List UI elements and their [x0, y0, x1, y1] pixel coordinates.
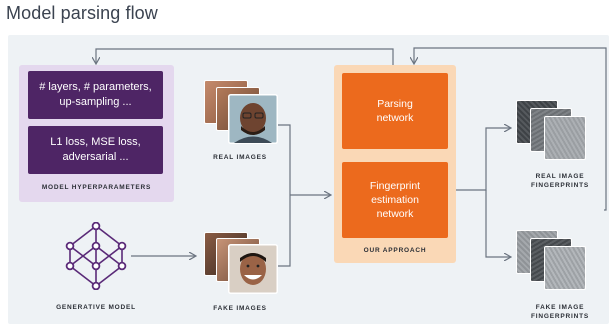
parsing-network-box: Parsing network: [342, 73, 448, 149]
fake-fingerprint-front: [544, 246, 586, 290]
our-approach-panel: Parsing network Fingerprint estimation n…: [334, 65, 456, 263]
fake-images-caption: FAKE IMAGES: [213, 305, 267, 312]
parsing-network-text: Parsing network: [376, 98, 414, 124]
our-approach-caption: OUR APPROACH: [363, 247, 427, 254]
real-fingerprints-caption: REAL IMAGE FINGERPRINTS: [531, 173, 589, 189]
hyperparameter-architecture-text: # layers, # parameters, up-sampling ...: [39, 81, 152, 108]
fake-fingerprints-caption: FAKE IMAGE FINGERPRINTS: [531, 304, 589, 320]
arrow-real-to-approach: [278, 124, 291, 267]
arrow-approach-to-fake-fingerprints: [485, 190, 510, 257]
model-hyperparameters-caption: MODEL HYPERPARAMETERS: [41, 184, 152, 191]
hyperparameter-box-architecture: # layers, # parameters, up-sampling ...: [28, 71, 163, 119]
real-images-caption: REAL IMAGES: [213, 154, 267, 161]
fake-image-face: [228, 244, 278, 294]
real-image-face: [228, 94, 278, 144]
real-fingerprint-front: [544, 116, 586, 160]
fingerprint-estimation-network-box: Fingerprint estimation network: [342, 162, 448, 238]
fingerprint-estimation-network-text: Fingerprint estimation network: [369, 180, 421, 220]
hyperparameter-box-loss: L1 loss, MSE loss, adversarial ...: [28, 126, 163, 174]
hyperparameter-loss-text: L1 loss, MSE loss, adversarial ...: [50, 136, 141, 163]
neural-network-icon: [65, 222, 127, 290]
generative-model-caption: GENERATIVE MODEL: [56, 304, 136, 311]
arrow-approach-to-fingerprints: [456, 128, 510, 191]
arrow-parse-to-hyperparameters: [96, 48, 394, 65]
model-hyperparameters-panel: # layers, # parameters, up-sampling ... …: [19, 65, 174, 202]
